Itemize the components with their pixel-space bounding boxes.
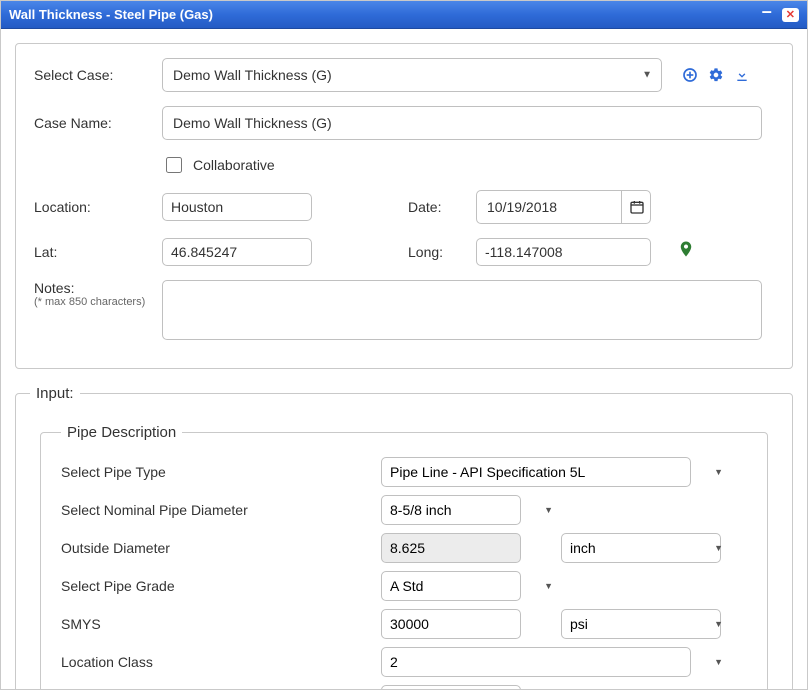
close-button[interactable]: ✕ bbox=[782, 8, 799, 22]
calendar-icon[interactable] bbox=[621, 190, 651, 224]
smys-label: SMYS bbox=[61, 616, 381, 632]
nominal-diameter-label: Select Nominal Pipe Diameter bbox=[61, 502, 381, 518]
design-factor-input[interactable] bbox=[381, 685, 521, 689]
notes-textarea[interactable] bbox=[162, 280, 762, 340]
case-name-label: Case Name: bbox=[34, 115, 154, 131]
location-class-label: Location Class bbox=[61, 654, 381, 670]
pipe-description-legend: Pipe Description bbox=[61, 424, 182, 441]
pipe-type-select[interactable]: Pipe Line - API Specification 5L bbox=[381, 457, 691, 487]
input-legend: Input: bbox=[30, 385, 80, 402]
notes-label: Notes: bbox=[34, 280, 154, 296]
location-label: Location: bbox=[34, 199, 154, 215]
lat-label: Lat: bbox=[34, 244, 154, 260]
notes-hint: (* max 850 characters) bbox=[34, 296, 154, 308]
case-panel: Select Case: Demo Wall Thickness (G) bbox=[15, 43, 793, 369]
app-window: Wall Thickness - Steel Pipe (Gas) – ✕ Se… bbox=[0, 0, 808, 690]
nominal-diameter-select[interactable]: 8-5/8 inch bbox=[381, 495, 521, 525]
pipe-grade-label: Select Pipe Grade bbox=[61, 578, 381, 594]
collaborative-label: Collaborative bbox=[193, 157, 275, 173]
smys-input[interactable] bbox=[381, 609, 521, 639]
pipe-grade-select[interactable]: A Std bbox=[381, 571, 521, 601]
select-case-dropdown[interactable]: Demo Wall Thickness (G) bbox=[162, 58, 662, 92]
outside-diameter-input bbox=[381, 533, 521, 563]
body: Select Case: Demo Wall Thickness (G) bbox=[1, 29, 807, 689]
long-input[interactable] bbox=[476, 238, 651, 266]
pipe-type-label: Select Pipe Type bbox=[61, 464, 381, 480]
map-pin-icon[interactable] bbox=[677, 238, 695, 266]
location-input[interactable] bbox=[162, 193, 312, 221]
input-panel: Input: Pipe Description Select Pipe Type… bbox=[15, 385, 793, 689]
outside-diameter-label: Outside Diameter bbox=[61, 540, 381, 556]
add-case-icon[interactable] bbox=[682, 67, 698, 83]
location-class-select[interactable]: 2 bbox=[381, 647, 691, 677]
collaborative-checkbox[interactable] bbox=[166, 157, 182, 173]
download-icon[interactable] bbox=[734, 67, 750, 83]
case-actions bbox=[682, 67, 750, 83]
outside-diameter-unit-select[interactable]: inch bbox=[561, 533, 721, 563]
lat-input[interactable] bbox=[162, 238, 312, 266]
date-label: Date: bbox=[408, 199, 468, 215]
long-label: Long: bbox=[408, 244, 468, 260]
titlebar: Wall Thickness - Steel Pipe (Gas) – ✕ bbox=[1, 1, 807, 29]
smys-unit-select[interactable]: psi bbox=[561, 609, 721, 639]
settings-icon[interactable] bbox=[708, 67, 724, 83]
window-controls: – ✕ bbox=[762, 8, 799, 22]
window-title: Wall Thickness - Steel Pipe (Gas) bbox=[9, 1, 213, 29]
select-case-label: Select Case: bbox=[34, 67, 154, 83]
pipe-description-panel: Pipe Description Select Pipe Type Pipe L… bbox=[40, 424, 768, 689]
case-name-input[interactable] bbox=[162, 106, 762, 140]
